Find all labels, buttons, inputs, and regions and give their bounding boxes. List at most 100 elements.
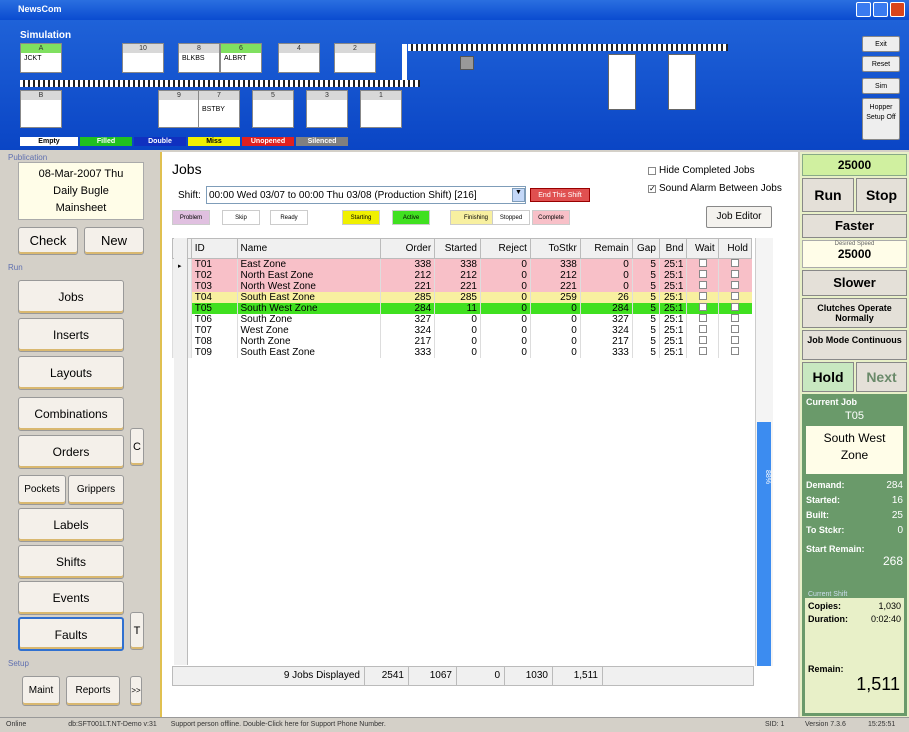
exit-button[interactable]: Exit	[862, 36, 900, 52]
cell-name: North Zone	[236, 336, 381, 347]
sound-alarm-option[interactable]: ✓ Sound Alarm Between Jobs	[648, 183, 782, 194]
orders-c-button[interactable]: C	[130, 428, 144, 466]
table-row[interactable]: T07 West Zone 324 0 0 0 324 5 25:1	[172, 325, 752, 336]
minimize-button[interactable]	[856, 2, 871, 17]
hold-checkbox[interactable]	[731, 336, 740, 344]
table-row[interactable]: T04 South East Zone 285 285 0 259 26 5 25:1	[172, 292, 752, 303]
hold-checkbox[interactable]	[731, 281, 740, 289]
cell-reject: 0	[479, 336, 531, 347]
job-editor-button[interactable]: Job Editor	[706, 206, 772, 228]
close-button[interactable]	[890, 2, 905, 17]
job-mode-button[interactable]: Job Mode Continuous	[802, 330, 907, 360]
hopper[interactable]: 9	[158, 90, 200, 128]
legend-item: Silenced	[296, 137, 348, 146]
hopper[interactable]: 6 ALBRT	[220, 43, 262, 73]
wait-checkbox[interactable]	[698, 281, 707, 289]
sim-button[interactable]: Sim	[862, 78, 900, 94]
wait-checkbox[interactable]	[698, 314, 707, 322]
column-header[interactable]: Bnd	[658, 238, 688, 259]
hold-checkbox[interactable]	[731, 270, 740, 278]
hopper[interactable]: B	[20, 90, 62, 128]
hopper[interactable]: A JCKT	[20, 43, 62, 73]
hopper[interactable]: 4	[278, 43, 320, 73]
hopper[interactable]: 10	[122, 43, 164, 73]
inserts-nav-button[interactable]: Inserts	[18, 318, 124, 352]
end-shift-button[interactable]: End This Shift	[530, 188, 590, 202]
hide-completed-option[interactable]: Hide Completed Jobs	[648, 165, 755, 176]
table-row[interactable]: T03 North West Zone 221 221 0 221 0 5 25:1	[172, 281, 752, 292]
hopper[interactable]: 5	[252, 90, 294, 128]
hold-button[interactable]: Hold	[802, 362, 854, 392]
hold-checkbox[interactable]	[731, 259, 740, 267]
shift-select[interactable]: 00:00 Wed 03/07 to 00:00 Thu 03/08 (Prod…	[206, 186, 526, 204]
clutches-button[interactable]: Clutches Operate Normally	[802, 298, 907, 328]
wait-checkbox[interactable]	[698, 303, 707, 311]
hide-completed-checkbox[interactable]	[648, 166, 656, 175]
check-button[interactable]: Check	[18, 227, 78, 255]
hold-checkbox[interactable]	[731, 325, 740, 333]
cell-order: 327	[380, 314, 435, 325]
hold-checkbox[interactable]	[731, 303, 740, 311]
sound-alarm-checkbox[interactable]: ✓	[648, 184, 656, 193]
hopper[interactable]: 1	[360, 90, 402, 128]
hopper[interactable]: 8 BLKBS	[178, 43, 220, 73]
column-header[interactable]: Gap	[631, 238, 660, 259]
faster-button[interactable]: Faster	[802, 214, 907, 238]
table-row[interactable]: T05 South West Zone 284 11 0 0 284 5 25:1	[172, 303, 752, 314]
table-row[interactable]: T01 East Zone 338 338 0 338 0 5 25:1	[172, 258, 752, 270]
hold-checkbox[interactable]	[731, 292, 740, 300]
labels-nav-button[interactable]: Labels	[18, 508, 124, 542]
faults-t-button[interactable]: T	[130, 612, 144, 650]
combinations-nav-button[interactable]: Combinations	[18, 397, 124, 431]
reports-button[interactable]: Reports	[66, 676, 120, 706]
column-header[interactable]: Reject	[479, 238, 531, 259]
reset-button[interactable]: Reset	[862, 56, 900, 72]
slower-button[interactable]: Slower	[802, 270, 907, 296]
hold-checkbox[interactable]	[731, 314, 740, 322]
wait-checkbox[interactable]	[698, 270, 707, 278]
column-header[interactable]: Hold	[717, 238, 753, 259]
built-label: Built:	[806, 510, 829, 520]
faults-nav-button[interactable]: Faults	[18, 617, 124, 651]
support-status[interactable]: Support person offline. Double-Click her…	[171, 721, 386, 728]
shifts-nav-button[interactable]: Shifts	[18, 545, 124, 579]
wait-checkbox[interactable]	[698, 347, 707, 355]
chevron-down-icon[interactable]: ▼	[512, 188, 525, 202]
column-header[interactable]: Wait	[686, 238, 719, 259]
hold-checkbox[interactable]	[731, 347, 740, 355]
hopper-setup-button[interactable]: Hopper Setup Off	[862, 98, 900, 140]
next-button[interactable]: Next	[856, 362, 907, 392]
table-row[interactable]: T08 North Zone 217 0 0 0 217 5 25:1	[172, 336, 752, 347]
hopper[interactable]: 7 BSTBY	[198, 90, 240, 128]
jobs-nav-button[interactable]: Jobs	[18, 280, 124, 314]
pockets-button[interactable]: Pockets	[18, 475, 66, 505]
wait-checkbox[interactable]	[698, 325, 707, 333]
hopper[interactable]: 3	[306, 90, 348, 128]
column-header[interactable]: ID	[190, 238, 238, 259]
run-button[interactable]: Run	[802, 178, 854, 212]
events-nav-button[interactable]: Events	[18, 581, 124, 615]
current-shift-label: Current Shift	[805, 591, 904, 598]
new-button[interactable]: New	[84, 227, 144, 255]
cell-order: 324	[380, 325, 435, 336]
table-row[interactable]: T09 South East Zone 333 0 0 0 333 5 25:1	[172, 347, 752, 358]
stop-button[interactable]: Stop	[856, 178, 907, 212]
wait-checkbox[interactable]	[698, 259, 707, 267]
wait-checkbox[interactable]	[698, 292, 707, 300]
grippers-button[interactable]: Grippers	[68, 475, 124, 505]
hopper[interactable]: 2	[334, 43, 376, 73]
column-header[interactable]: Name	[236, 238, 382, 259]
more-button[interactable]: >>	[130, 676, 142, 706]
column-header[interactable]: Remain	[579, 238, 633, 259]
cell-hold	[717, 258, 752, 270]
maint-button[interactable]: Maint	[22, 676, 60, 706]
column-header[interactable]: ToStkr	[529, 238, 581, 259]
table-row[interactable]: T02 North East Zone 212 212 0 212 0 5 25:1	[172, 270, 752, 281]
column-header[interactable]: Started	[434, 238, 481, 259]
layouts-nav-button[interactable]: Layouts	[18, 356, 124, 390]
column-header[interactable]: Order	[380, 238, 436, 259]
orders-nav-button[interactable]: Orders	[18, 435, 124, 469]
table-row[interactable]: T06 South Zone 327 0 0 0 327 5 25:1	[172, 314, 752, 325]
wait-checkbox[interactable]	[698, 336, 707, 344]
maximize-button[interactable]	[873, 2, 888, 17]
